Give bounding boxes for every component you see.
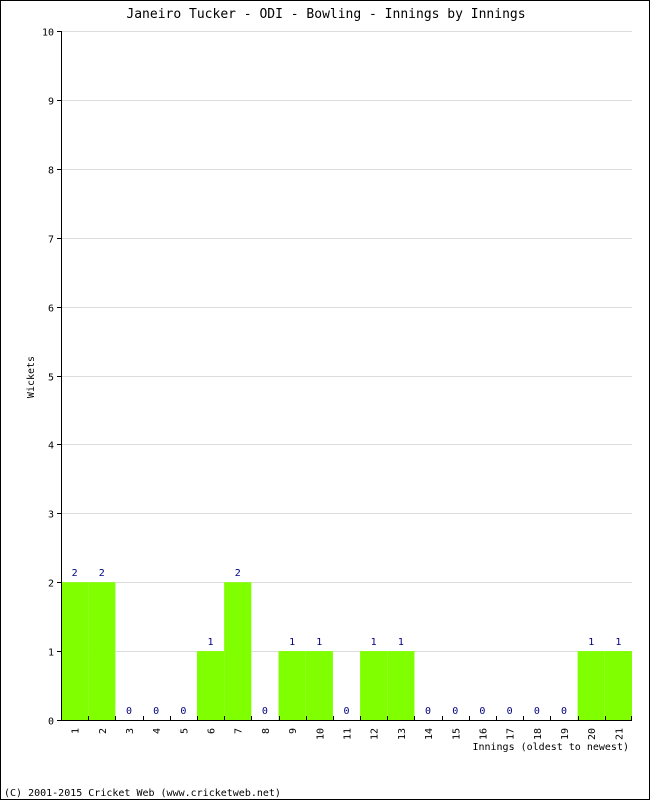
bar bbox=[278, 651, 306, 720]
x-tick-label: 15 bbox=[451, 728, 462, 740]
y-axis-label: Wickets bbox=[26, 356, 37, 398]
x-ticks: 1 2 3 4 5 6 7 8 9 10 11 12 13 14 15 16 17 18 19 20 21 bbox=[71, 716, 632, 740]
x-tick-label: 20 bbox=[587, 728, 598, 740]
data-label: 0 bbox=[561, 706, 567, 717]
bar bbox=[196, 651, 225, 720]
chart-frame: Janeiro Tucker - ODI - Bowling - Innings… bbox=[0, 0, 650, 800]
bar bbox=[224, 582, 252, 720]
x-tick-label: 7 bbox=[234, 728, 245, 734]
data-label: 0 bbox=[534, 706, 540, 717]
y-tick-label: 4 bbox=[48, 441, 54, 452]
chart-title: Janeiro Tucker - ODI - Bowling - Innings… bbox=[126, 7, 525, 22]
data-label: 0 bbox=[452, 706, 458, 717]
bar bbox=[61, 582, 89, 720]
data-label: 0 bbox=[262, 706, 268, 717]
x-tick-label: 16 bbox=[478, 728, 489, 740]
data-label: 1 bbox=[398, 637, 404, 648]
x-tick-label: 8 bbox=[261, 728, 272, 734]
data-label: 0 bbox=[180, 706, 186, 717]
y-tick-label: 0 bbox=[48, 717, 54, 728]
bar bbox=[577, 651, 605, 720]
data-label: 0 bbox=[343, 706, 349, 717]
x-tick-label: 14 bbox=[424, 728, 435, 740]
x-tick-label: 10 bbox=[315, 728, 326, 740]
x-tick-label: 21 bbox=[614, 728, 625, 740]
x-tick-label: 6 bbox=[207, 728, 218, 734]
y-tick-label: 7 bbox=[48, 235, 54, 246]
x-tick-label: 11 bbox=[343, 728, 354, 740]
bar bbox=[604, 651, 632, 720]
x-tick-label: 9 bbox=[288, 728, 299, 734]
data-label: 2 bbox=[99, 568, 105, 579]
data-label: 2 bbox=[235, 568, 241, 579]
data-label: 0 bbox=[479, 706, 485, 717]
bar bbox=[387, 651, 415, 720]
y-tick-label: 8 bbox=[48, 166, 54, 177]
data-label: 0 bbox=[425, 706, 431, 717]
data-label: 1 bbox=[316, 637, 322, 648]
x-tick-label: 13 bbox=[397, 728, 408, 740]
x-tick-label: 4 bbox=[152, 728, 163, 734]
data-label: 0 bbox=[153, 706, 159, 717]
y-tick-label: 2 bbox=[48, 579, 54, 590]
data-label: 0 bbox=[126, 706, 132, 717]
copyright-footer: (C) 2001-2015 Cricket Web (www.cricketwe… bbox=[4, 788, 281, 799]
x-axis-label: Innings (oldest to newest) bbox=[472, 742, 629, 753]
bar bbox=[305, 651, 333, 720]
x-tick-label: 1 bbox=[71, 728, 82, 734]
x-tick-label: 18 bbox=[533, 728, 544, 740]
y-tick-label: 6 bbox=[48, 304, 54, 315]
data-label: 2 bbox=[72, 568, 78, 579]
x-tick-label: 12 bbox=[370, 728, 381, 740]
data-label: 0 bbox=[507, 706, 513, 717]
x-tick-label: 3 bbox=[125, 728, 136, 734]
bar-chart: Janeiro Tucker - ODI - Bowling - Innings… bbox=[4, 7, 632, 799]
y-tick-label: 10 bbox=[42, 28, 54, 39]
bar bbox=[360, 651, 388, 720]
x-tick-label: 5 bbox=[179, 728, 190, 734]
bar bbox=[88, 582, 116, 720]
y-tick-label: 3 bbox=[48, 510, 54, 521]
data-labels: 2 2 0 0 0 1 2 0 1 1 0 1 1 0 0 0 0 0 0 1 1 bbox=[72, 568, 622, 717]
x-tick-label: 17 bbox=[506, 728, 517, 740]
y-tick-label: 1 bbox=[48, 648, 54, 659]
y-tick-label: 5 bbox=[48, 373, 54, 384]
data-label: 1 bbox=[289, 637, 295, 648]
data-label: 1 bbox=[615, 637, 621, 648]
y-tick-label: 9 bbox=[48, 97, 54, 108]
data-label: 1 bbox=[588, 637, 594, 648]
y-ticks: 0 1 2 3 4 5 6 7 8 9 10 bbox=[42, 28, 61, 728]
x-tick-label: 19 bbox=[560, 728, 571, 740]
data-label: 1 bbox=[208, 637, 214, 648]
data-label: 1 bbox=[371, 637, 377, 648]
x-tick-label: 2 bbox=[98, 728, 109, 734]
gridlines bbox=[61, 31, 632, 652]
